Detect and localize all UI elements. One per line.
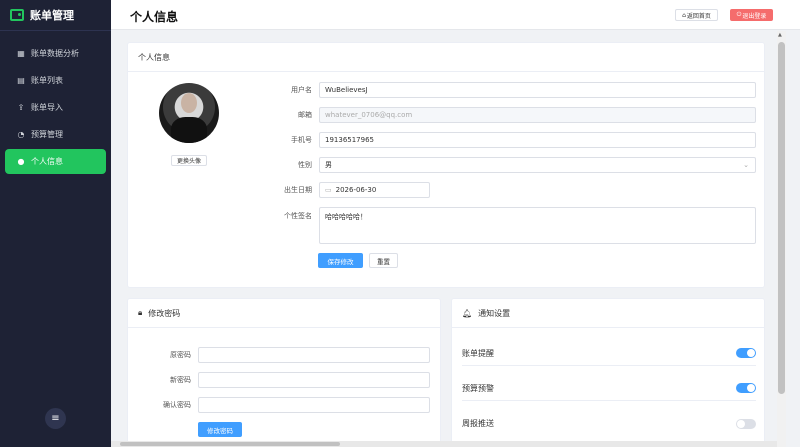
signature-row: 个性签名 哈哈哈哈哈！ xyxy=(278,207,756,244)
sidebar: 账单管理 ▦ 账单数据分析 ▤ 账单列表 ⇪ 账单导入 ◔ 预算管理 ● 个人信… xyxy=(0,0,111,447)
user-icon: ● xyxy=(17,157,25,166)
confirm-password-input[interactable] xyxy=(198,397,430,413)
email-label: 邮箱 xyxy=(298,111,312,119)
horizontal-scroll-thumb[interactable] xyxy=(120,442,340,446)
gender-row: 性别 男 ⌄ xyxy=(278,157,756,173)
sidebar-item-label: 账单导入 xyxy=(31,103,63,112)
username-label: 用户名 xyxy=(291,86,312,94)
old-password-label: 原密码 xyxy=(170,351,191,359)
birthday-row: 出生日期 ▭ 2026-06-30 xyxy=(278,182,430,198)
confirm-password-label: 确认密码 xyxy=(163,401,191,409)
notification-weekly-report: 周报推送 xyxy=(462,411,756,436)
sidebar-item-label: 个人信息 xyxy=(31,157,63,166)
sidebar-item-budget[interactable]: ◔ 预算管理 xyxy=(5,122,106,147)
notification-card-header: 🔔︎ 通知设置 xyxy=(452,299,764,328)
power-icon: ⏻ xyxy=(736,11,742,18)
notification-card-title: 通知设置 xyxy=(478,308,511,318)
phone-label: 手机号 xyxy=(291,136,312,144)
notification-budget-alert: 预算预警 xyxy=(462,376,756,401)
collapse-menu-button[interactable]: ≡ xyxy=(45,408,66,429)
calendar-icon: ▭ xyxy=(325,186,332,194)
brand-title: 账单管理 xyxy=(30,9,74,22)
password-card: 🔒︎ 修改密码 原密码 新密码 确认密码 修改密码 xyxy=(127,298,441,447)
profile-card: 个人信息 更换头像 用户名 WuBelievesJ 邮箱 whatever_07… xyxy=(127,42,765,288)
wallet-icon xyxy=(10,9,24,21)
change-password-button[interactable]: 修改密码 xyxy=(198,422,242,437)
chevron-down-icon: ⌄ xyxy=(743,161,749,169)
brand-divider xyxy=(0,30,111,31)
sidebar-item-label: 账单数据分析 xyxy=(31,49,79,58)
confirm-password-row: 确认密码 xyxy=(148,397,430,413)
bell-icon: 🔔︎ xyxy=(462,308,473,318)
phone-input[interactable]: 19136517965 xyxy=(319,132,756,148)
notification-bill-reminder: 账单提醒 xyxy=(462,341,756,366)
pie-icon: ◔ xyxy=(17,130,25,139)
page-title: 个人信息 xyxy=(130,10,179,24)
username-input[interactable]: WuBelievesJ xyxy=(319,82,756,98)
brand: 账单管理 xyxy=(0,0,111,30)
home-button[interactable]: ⌂ 返回首页 xyxy=(675,9,718,21)
birthday-label: 出生日期 xyxy=(284,186,312,194)
sidebar-item-profile[interactable]: ● 个人信息 xyxy=(5,149,106,174)
notification-label: 账单提醒 xyxy=(462,348,494,358)
password-card-title: 修改密码 xyxy=(148,308,181,318)
sidebar-nav: ▦ 账单数据分析 ▤ 账单列表 ⇪ 账单导入 ◔ 预算管理 ● 个人信息 xyxy=(0,41,111,176)
email-row: 邮箱 whatever_0706@qq.com xyxy=(278,107,756,123)
new-password-row: 新密码 xyxy=(148,372,430,388)
old-password-input[interactable] xyxy=(198,347,430,363)
birthday-picker[interactable]: ▭ 2026-06-30 xyxy=(319,182,430,198)
gender-label: 性别 xyxy=(298,161,312,169)
gender-value: 男 xyxy=(325,161,332,169)
change-avatar-button[interactable]: 更换头像 xyxy=(171,155,207,166)
profile-card-header: 个人信息 xyxy=(128,43,764,72)
new-password-label: 新密码 xyxy=(170,376,191,384)
new-password-input[interactable] xyxy=(198,372,430,388)
email-input[interactable]: whatever_0706@qq.com xyxy=(319,107,756,123)
lock-icon: 🔒︎ xyxy=(138,308,143,317)
sidebar-item-bill-list[interactable]: ▤ 账单列表 xyxy=(5,68,106,93)
budget-alert-switch[interactable] xyxy=(736,383,756,393)
gender-select[interactable]: 男 ⌄ xyxy=(319,157,756,173)
sidebar-item-label: 账单列表 xyxy=(31,76,63,85)
old-password-row: 原密码 xyxy=(148,347,430,363)
signature-textarea[interactable]: 哈哈哈哈哈！ xyxy=(319,207,756,244)
password-card-header: 🔒︎ 修改密码 xyxy=(128,299,440,328)
upload-icon: ⇪ xyxy=(17,103,25,112)
header: 个人信息 ⌂ 返回首页 ⏻ 退出登录 xyxy=(111,0,800,30)
chart-icon: ▦ xyxy=(17,49,25,58)
notification-card: 🔔︎ 通知设置 账单提醒 预算预警 周报推送 xyxy=(451,298,765,447)
avatar xyxy=(159,83,219,143)
phone-row: 手机号 19136517965 xyxy=(278,132,756,148)
bill-reminder-switch[interactable] xyxy=(736,348,756,358)
logout-button[interactable]: ⏻ 退出登录 xyxy=(730,9,773,21)
sidebar-item-analysis[interactable]: ▦ 账单数据分析 xyxy=(5,41,106,66)
menu-icon: ≡ xyxy=(51,413,60,424)
birthday-value: 2026-06-30 xyxy=(335,186,377,194)
sidebar-item-label: 预算管理 xyxy=(31,130,63,139)
username-row: 用户名 WuBelievesJ xyxy=(278,82,756,98)
signature-label: 个性签名 xyxy=(284,212,312,220)
reset-button[interactable]: 重置 xyxy=(369,253,398,268)
weekly-report-switch[interactable] xyxy=(736,418,756,429)
save-button[interactable]: 保存修改 xyxy=(318,253,363,268)
sidebar-item-import[interactable]: ⇪ 账单导入 xyxy=(5,95,106,120)
scroll-up-arrow-icon[interactable]: ▲ xyxy=(778,32,782,38)
notification-label: 周报推送 xyxy=(462,419,494,428)
vertical-scroll-thumb[interactable] xyxy=(778,42,785,394)
list-icon: ▤ xyxy=(17,76,25,85)
notification-label: 预算预警 xyxy=(462,383,494,393)
home-icon: ⌂ xyxy=(682,11,686,19)
